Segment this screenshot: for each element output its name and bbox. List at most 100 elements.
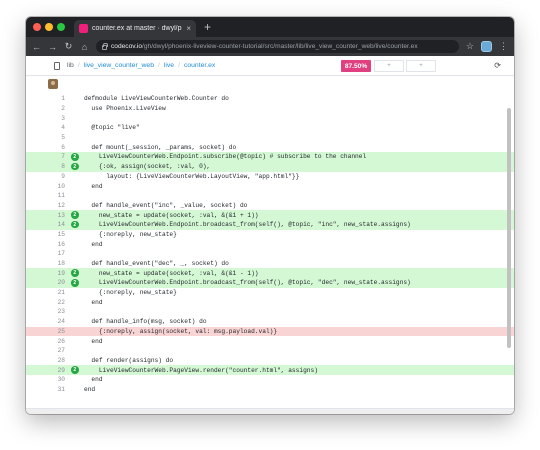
bookmark-star-icon[interactable]: ☆ [466,41,474,52]
home-icon[interactable]: ⌂ [80,42,89,52]
line-number[interactable]: 20 [26,279,65,286]
extension-icon[interactable] [481,41,492,52]
code-text: end [84,298,103,306]
line-number[interactable]: 13 [26,212,65,219]
line-number[interactable]: 15 [26,231,65,238]
toggle-box-2[interactable]: + [406,60,436,72]
line-number[interactable]: 17 [26,250,65,257]
line-number[interactable]: 16 [26,241,65,248]
coverage-gutter [65,346,84,356]
breadcrumb-counter-ex[interactable]: counter.ex [184,62,215,69]
vertical-scrollbar[interactable] [507,108,511,348]
close-window-button[interactable] [33,23,41,31]
reload-icon[interactable]: ↻ [64,41,73,52]
breadcrumb-live[interactable]: live [164,62,174,69]
coverage-gutter [65,249,84,259]
lock-icon[interactable] [102,43,108,50]
line-number[interactable]: 27 [26,347,65,354]
line-number[interactable]: 8 [26,163,65,170]
line-number[interactable]: 30 [26,376,65,383]
breadcrumb-lib[interactable]: lib [67,62,74,69]
line-number[interactable]: 7 [26,153,65,160]
code-line: 26 end [26,336,514,346]
code-text: end [84,337,103,345]
line-number[interactable]: 28 [26,357,65,364]
line-number[interactable]: 5 [26,134,65,141]
line-number[interactable]: 21 [26,289,65,296]
coverage-gutter: 2 [65,152,84,162]
code-text: def mount(_session, _params, socket) do [84,143,237,151]
browser-menu-icon[interactable]: ⋮ [499,41,508,52]
coverage-gutter [65,191,84,201]
code-line: 28 def render(assigns) do [26,356,514,366]
forward-arrow-icon[interactable]: → [48,42,57,52]
breadcrumb-live-view-counter-web[interactable]: live_view_counter_web [84,62,154,69]
url-host: codecov.io [111,43,143,50]
coverage-gutter [65,307,84,317]
address-bar[interactable]: codecov.io/gh/dwyl/phoenix-liveview-coun… [96,40,459,53]
line-number[interactable]: 12 [26,202,65,209]
line-number[interactable]: 3 [26,115,65,122]
code-text: {:noreply, new_state} [84,289,177,297]
code-text: layout: {LiveViewCounterWeb.LayoutView, … [84,172,300,180]
line-number[interactable]: 6 [26,144,65,151]
code-line: 24 def handle_info(msg, socket) do [26,317,514,327]
maximize-window-button[interactable] [57,23,65,31]
line-number[interactable]: 29 [26,367,65,374]
line-number[interactable]: 18 [26,260,65,267]
line-number[interactable]: 2 [26,105,65,112]
line-number[interactable]: 14 [26,221,65,228]
code-line: 23 [26,307,514,317]
browser-window: counter.ex at master · dwyl/phoe × + ← →… [26,17,514,414]
code-line: 6 def mount(_session, _params, socket) d… [26,142,514,152]
line-number[interactable]: 24 [26,318,65,325]
hit-count-badge: 2 [71,366,79,374]
new-tab-button[interactable]: + [204,20,211,34]
line-number[interactable]: 23 [26,308,65,315]
coverage-gutter [65,259,84,269]
code-line: 27 [26,346,514,356]
url-path: /gh/dwyl/phoenix-liveview-counter-tutori… [142,43,418,50]
line-number[interactable]: 9 [26,173,65,180]
line-number[interactable]: 26 [26,338,65,345]
code-text: use Phoenix.LiveView [84,105,166,113]
code-line: 3 [26,113,514,123]
avatar[interactable] [48,79,58,89]
line-number[interactable]: 31 [26,386,65,393]
hit-count-badge: 2 [71,269,79,277]
coverage-gutter [65,230,84,240]
line-number[interactable]: 4 [26,124,65,131]
code-text: LiveViewCounterWeb.PageView.render("coun… [84,366,318,374]
browser-tab[interactable]: counter.ex at master · dwyl/phoe × [74,20,196,37]
line-number[interactable]: 10 [26,183,65,190]
code-line: 1 defmodule LiveViewCounterWeb.Counter do [26,94,514,104]
code-line: 22 end [26,297,514,307]
coverage-gutter [65,327,84,337]
coverage-gutter: 2 [65,210,84,220]
breadcrumb-separator: / [77,62,80,69]
minimize-window-button[interactable] [45,23,53,31]
tab-title: counter.ex at master · dwyl/phoe [92,25,182,32]
url-text[interactable]: codecov.io/gh/dwyl/phoenix-liveview-coun… [111,43,418,50]
code-text: {:noreply, assign(socket, val: msg.paylo… [84,327,278,335]
line-number[interactable]: 25 [26,328,65,335]
code-text: {:ok, assign(socket, :val, 0), [84,163,211,171]
close-icon[interactable]: × [186,24,191,33]
file-icon [54,62,60,70]
code-line: 15 {:noreply, new_state} [26,230,514,240]
line-number[interactable]: 11 [26,192,65,199]
hit-count-badge: 2 [71,211,79,219]
browser-toolbar: ← → ↻ ⌂ codecov.io/gh/dwyl/phoenix-livev… [26,37,514,56]
toggle-box-1[interactable]: + [374,60,404,72]
back-arrow-icon[interactable]: ← [32,42,41,52]
line-number[interactable]: 19 [26,270,65,277]
line-number[interactable]: 22 [26,299,65,306]
code-text: LiveViewCounterWeb.Endpoint.broadcast_fr… [84,279,411,287]
refresh-icon[interactable]: ⟳ [494,61,501,70]
source-code-listing: 1 defmodule LiveViewCounterWeb.Counter do… [26,94,514,394]
hit-count-badge: 2 [71,220,79,229]
code-line: 10 end [26,181,514,191]
coverage-gutter: 2 [65,220,84,230]
coverage-gutter [65,336,84,346]
line-number[interactable]: 1 [26,95,65,102]
